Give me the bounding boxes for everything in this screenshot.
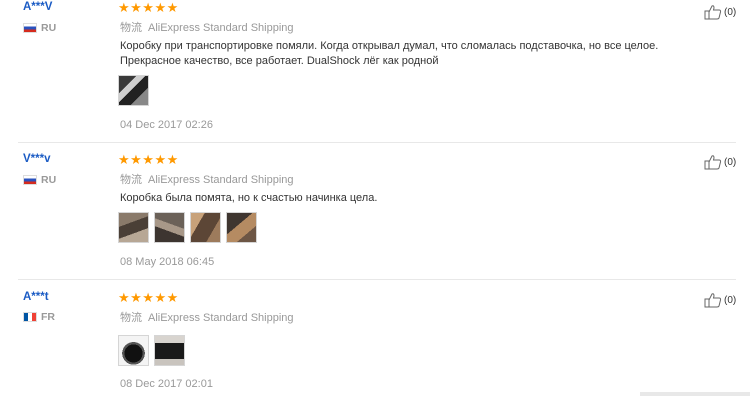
country-code: RU [41, 174, 57, 186]
thumbs-up-icon [704, 155, 722, 170]
shipping-info: 物流 AliExpress Standard Shipping [120, 171, 294, 187]
reviewer-name: V***v [23, 153, 51, 165]
review-text: Коробку при транспортировке помяли. Когд… [120, 40, 659, 67]
reviewer-name: A***V [23, 1, 53, 13]
review-photo-thumbnail[interactable] [118, 212, 149, 243]
review-photo-thumbnail[interactable] [190, 212, 221, 243]
reviewer-country: RU [23, 174, 56, 186]
helpful-button[interactable]: (0) [704, 154, 736, 170]
review-photo-thumbnail[interactable] [118, 75, 149, 106]
france-flag-icon [23, 312, 37, 322]
reviewer-name: A***t [23, 291, 49, 303]
shipping-method: AliExpress Standard Shipping [148, 312, 294, 324]
divider [18, 279, 736, 280]
helpful-count: (0) [724, 6, 737, 18]
review-photo-thumbnail[interactable] [226, 212, 257, 243]
helpful-count: (0) [724, 156, 737, 168]
star-rating: ★★★★★ [118, 0, 179, 15]
country-code: RU [41, 22, 57, 34]
review-date: 08 May 2018 06:45 [120, 256, 215, 268]
russia-flag-icon [23, 23, 37, 33]
shipping-method: AliExpress Standard Shipping [148, 174, 294, 186]
thumbs-up-icon [704, 293, 722, 308]
star-rating: ★★★★★ [118, 152, 179, 167]
review-text: Коробка была помята, но к счастью начинк… [120, 192, 378, 204]
review-photos [118, 335, 190, 366]
helpful-button[interactable]: (0) [704, 292, 736, 308]
shipping-info: 物流 AliExpress Standard Shipping [120, 19, 294, 35]
review-photos [118, 75, 154, 106]
review-photo-thumbnail[interactable] [154, 212, 185, 243]
thumbs-up-icon [704, 5, 722, 20]
review-date: 08 Dec 2017 02:01 [120, 378, 213, 390]
divider [640, 392, 750, 396]
reviewer-country: RU [23, 22, 56, 34]
country-code: FR [41, 311, 55, 323]
review-photo-thumbnail[interactable] [118, 335, 149, 366]
shipping-label: 物流 [120, 174, 142, 186]
helpful-count: (0) [724, 294, 737, 306]
review-photos [118, 212, 262, 243]
shipping-label: 物流 [120, 312, 142, 324]
review-date: 04 Dec 2017 02:26 [120, 119, 213, 131]
shipping-method: AliExpress Standard Shipping [148, 22, 294, 34]
divider [18, 142, 736, 143]
review-photo-thumbnail[interactable] [154, 335, 185, 366]
helpful-button[interactable]: (0) [704, 4, 736, 20]
reviewer-country: FR [23, 311, 55, 323]
star-rating: ★★★★★ [118, 290, 179, 305]
russia-flag-icon [23, 175, 37, 185]
shipping-label: 物流 [120, 22, 142, 34]
shipping-info: 物流 AliExpress Standard Shipping [120, 309, 294, 325]
